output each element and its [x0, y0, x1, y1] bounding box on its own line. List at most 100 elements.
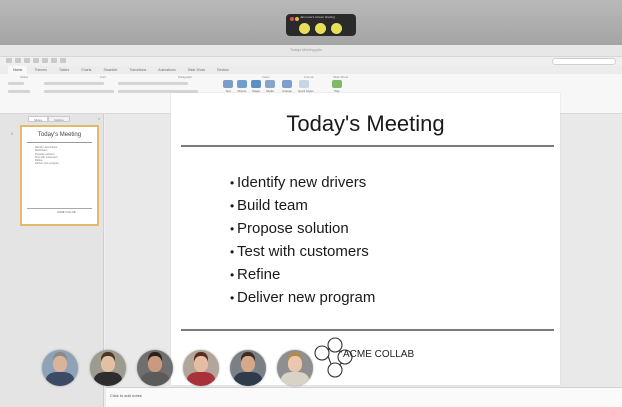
tab-themes[interactable]: Themes — [29, 66, 52, 74]
play-button[interactable]: Play — [331, 80, 343, 94]
ribbon-group-paragraph: Paragraph — [178, 75, 193, 79]
bullet-glyph: • — [230, 199, 235, 213]
bullet-item: • Propose solution — [230, 217, 375, 240]
bullet-text: Propose solution — [237, 220, 349, 237]
screen-share-label: Jan Love's screen sharing — [300, 15, 335, 19]
new-icon[interactable] — [6, 58, 12, 63]
bullet-item: • Refine — [230, 263, 375, 286]
participant-3-avatar[interactable] — [137, 350, 173, 386]
participant-face — [241, 356, 255, 372]
bullet-item: • Identify new drivers — [230, 171, 375, 194]
tab-slides[interactable]: Slides — [28, 116, 49, 122]
text-box-icon — [223, 80, 233, 88]
bullet-item: • Build team — [230, 194, 375, 217]
ribbon-group-font: Font — [100, 75, 107, 79]
bullet-glyph: • — [230, 268, 235, 282]
thumbnail-divider — [27, 208, 92, 209]
thumbnail-logo-text: ACME COLLAB — [57, 211, 76, 214]
tab-transitions[interactable]: Transitions — [124, 66, 151, 74]
screen-share-banner: Jan Love's screen sharing — [0, 0, 622, 45]
undo-icon[interactable] — [42, 58, 48, 63]
participant-4-avatar[interactable] — [183, 350, 219, 386]
bullet-glyph: • — [230, 245, 235, 259]
quick-access-toolbar — [6, 58, 66, 66]
font-family-select[interactable] — [44, 82, 104, 85]
slide[interactable]: Today's Meeting • Identify new drivers • B… — [171, 93, 560, 385]
bullet-list[interactable]: • Identify new drivers • Build team • Propo… — [230, 171, 375, 309]
window-titlebar: Todays Meeting.pptx — [0, 45, 622, 57]
quick-styles-icon — [299, 80, 309, 88]
notes-pane[interactable]: Click to add notes — [106, 387, 622, 407]
participant-shirt — [46, 372, 74, 386]
ribbon-group-slide-show: Slide Show — [333, 75, 349, 79]
bullet-text: Test with customers — [237, 243, 369, 260]
participant-dot-icon — [315, 23, 326, 34]
save-icon[interactable] — [24, 58, 30, 63]
participant-5-avatar[interactable] — [230, 350, 266, 386]
bullet-glyph: • — [230, 176, 235, 190]
tab-home[interactable]: Home — [8, 66, 28, 74]
slide-number: 1 — [11, 132, 13, 136]
participant-face — [101, 356, 115, 372]
insert-picture-button[interactable]: Picture — [236, 80, 248, 94]
tab-tables[interactable]: Tables — [54, 66, 74, 74]
participant-face — [194, 356, 208, 372]
print-icon[interactable] — [33, 58, 39, 63]
participant-shirt — [187, 372, 215, 386]
search-input[interactable] — [552, 58, 616, 65]
participant-2-avatar[interactable] — [90, 350, 126, 386]
tab-smartart[interactable]: SmartArt — [98, 66, 122, 74]
tab-outline[interactable]: Outline — [48, 116, 70, 122]
ribbon-group-insert: Insert — [262, 75, 270, 79]
stop-share-icon[interactable] — [290, 17, 294, 21]
play-icon — [332, 80, 342, 88]
participant-shirt — [281, 372, 309, 386]
participant-shirt — [141, 372, 169, 386]
tab-slide-show[interactable]: Slide Show — [183, 66, 211, 74]
close-pane-icon[interactable]: × — [98, 116, 103, 121]
slide-thumbnail[interactable]: Today's Meeting Identify new drivers Bui… — [20, 125, 99, 226]
screen-share-frame: Jan Love's screen sharing Todays Meeting… — [0, 0, 622, 407]
tab-review[interactable]: Review — [212, 66, 233, 74]
media-icon — [265, 80, 275, 88]
participant-1-avatar[interactable] — [42, 350, 78, 386]
picture-icon — [237, 80, 247, 88]
arrange-icon — [282, 80, 292, 88]
logo-text: ACME COLLAB — [343, 349, 415, 360]
participant-shirt — [94, 372, 122, 386]
bullet-text: Refine — [237, 266, 281, 283]
notes-placeholder: Click to add notes — [110, 393, 142, 398]
new-slide-button[interactable] — [8, 82, 24, 85]
open-icon[interactable] — [15, 58, 21, 63]
thumbnail-divider — [27, 142, 92, 143]
paragraph-toolbar[interactable] — [118, 82, 188, 85]
zoom-icon[interactable] — [60, 58, 66, 63]
bullet-item: • Deliver new program — [230, 286, 375, 309]
participant-dot-icon — [331, 23, 342, 34]
ribbon-group-slides: Slides — [20, 75, 29, 79]
insert-shape-button[interactable]: Shape — [250, 80, 262, 94]
insert-media-button[interactable]: Media — [264, 80, 276, 94]
participant-shirt — [234, 372, 262, 386]
title-divider — [181, 145, 554, 147]
tab-animations[interactable]: Animations — [153, 66, 180, 74]
tab-charts[interactable]: Charts — [76, 66, 96, 74]
ribbon-group-format: Format — [304, 75, 314, 79]
insert-text-button[interactable]: Text — [222, 80, 234, 94]
shape-icon — [251, 80, 261, 88]
footer-divider — [181, 329, 554, 331]
arrange-button[interactable]: Arrange — [281, 80, 293, 94]
thumbnail-title: Today's Meeting — [37, 132, 82, 138]
bullet-text: Build team — [237, 197, 308, 214]
participant-6-avatar[interactable] — [277, 350, 313, 386]
layout-button[interactable] — [8, 90, 30, 93]
screen-share-control[interactable]: Jan Love's screen sharing — [286, 14, 356, 36]
quick-styles-button[interactable]: Quick Styles — [298, 80, 314, 94]
thumbnail-bullet: Deliver new program — [35, 162, 59, 166]
pause-share-icon[interactable] — [295, 17, 299, 21]
bullet-item: • Test with customers — [230, 240, 375, 263]
redo-icon[interactable] — [51, 58, 57, 63]
font-format-toolbar[interactable] — [44, 90, 114, 93]
bullet-text: Identify new drivers — [237, 174, 367, 191]
slide-title[interactable]: Today's Meeting — [171, 111, 560, 137]
